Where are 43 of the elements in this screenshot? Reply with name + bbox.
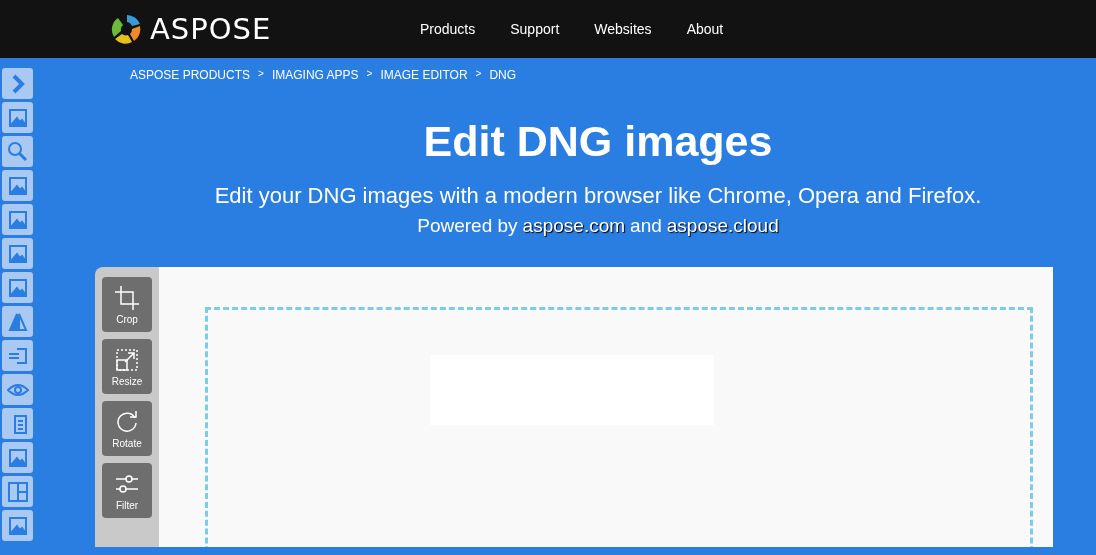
sidebar-button[interactable]	[2, 408, 33, 439]
sidebar-button[interactable]	[2, 136, 33, 167]
powered-by-text: Powered by	[417, 215, 518, 237]
sidebar-button[interactable]	[2, 476, 33, 507]
sidebar-button[interactable]	[2, 170, 33, 201]
breadcrumb-link[interactable]: IMAGING APPS	[271, 68, 359, 82]
sidebar-button[interactable]	[2, 510, 33, 541]
breadcrumb-link[interactable]: ASPOSE PRODUCTS	[130, 68, 251, 82]
sidebar-button[interactable]	[2, 374, 33, 405]
sidebar-button[interactable]	[2, 442, 33, 473]
breadcrumb-separator: >	[475, 68, 482, 81]
breadcrumb-separator: >	[258, 68, 264, 81]
page-title: Edit DNG images	[422, 120, 773, 163]
sidebar-button[interactable]	[2, 272, 33, 303]
nav-link[interactable]: About	[686, 21, 724, 37]
sidebar-button[interactable]	[2, 238, 33, 269]
tool-button[interactable]: Resize	[102, 339, 152, 394]
link[interactable]: aspose.com	[522, 215, 626, 237]
tool-button[interactable]: Crop	[102, 277, 152, 332]
nav-link[interactable]: Support	[510, 21, 560, 37]
sidebar-button[interactable]	[2, 340, 33, 371]
breadcrumb-link[interactable]: DNG	[489, 68, 517, 82]
rotate-icon	[114, 408, 140, 435]
nav-link[interactable]: Websites	[594, 21, 652, 37]
subtitle: Edit your DNG images with a modern browser like Chrome, Opera and Firefox.	[213, 183, 982, 209]
sidebar-button[interactable]	[2, 68, 33, 99]
nav-link[interactable]: Products	[420, 21, 476, 37]
tool-button[interactable]: Filter	[102, 463, 152, 518]
resize-icon	[114, 346, 140, 373]
sidebar-button[interactable]	[2, 306, 33, 337]
zoom-icon	[6, 140, 29, 163]
logo-text[interactable]: ASPOSE	[150, 12, 272, 46]
sidebar-button[interactable]	[2, 102, 33, 133]
grid-icon	[6, 480, 29, 503]
mountain-icon	[6, 174, 29, 197]
breadcrumb-separator: >	[366, 68, 373, 81]
mountain-icon	[6, 208, 29, 231]
sidebar-button[interactable]	[2, 204, 33, 235]
breadcrumb-link[interactable]: IMAGE EDITOR	[380, 68, 468, 82]
frame-icon	[6, 106, 29, 129]
joiner-text: and	[630, 215, 662, 237]
tool-button[interactable]: Rotate	[102, 401, 152, 456]
link[interactable]: aspose.cloud	[666, 215, 779, 237]
